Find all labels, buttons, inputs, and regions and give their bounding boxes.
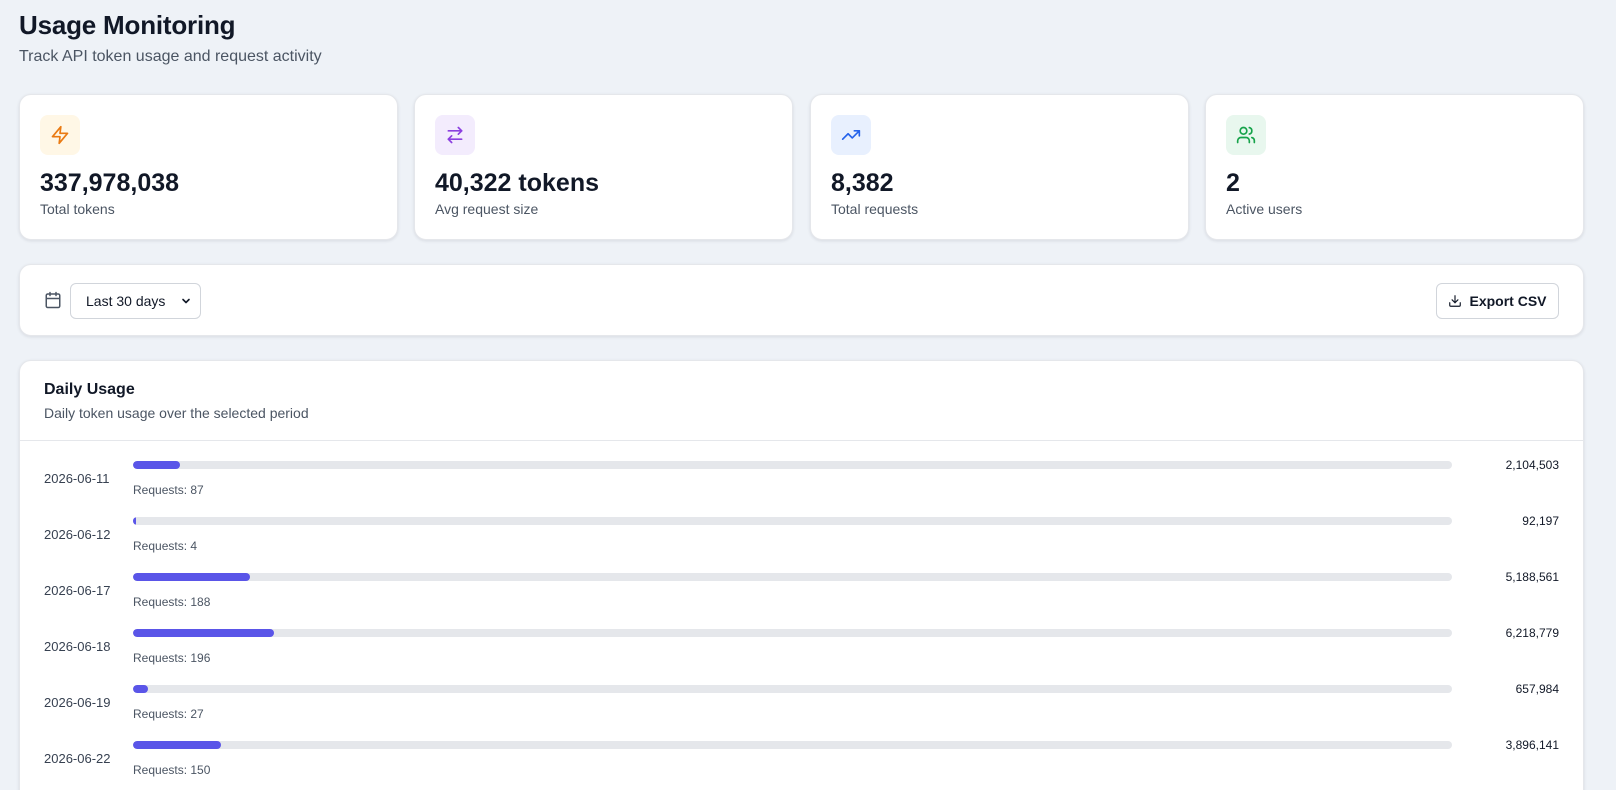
stat-label: Total requests — [831, 201, 919, 217]
usage-bar-fill — [133, 461, 181, 469]
stat-value: 337,978,038 — [40, 169, 180, 197]
page-subtitle: Track API token usage and request activi… — [19, 48, 322, 65]
usage-bar-fill — [133, 685, 148, 693]
usage-bar-track — [133, 629, 1452, 637]
stat-label: Total tokens — [40, 201, 115, 217]
usage-row-requests: Requests: 150 — [133, 763, 211, 777]
users-icon — [1226, 115, 1266, 155]
usage-row-date: 2026-06-18 — [44, 639, 111, 654]
usage-row-date: 2026-06-11 — [44, 471, 110, 486]
daily-usage-subtitle: Daily token usage over the selected peri… — [44, 405, 309, 421]
usage-row-date: 2026-06-19 — [44, 695, 111, 710]
usage-row-date: 2026-06-22 — [44, 751, 111, 766]
page-title: Usage Monitoring — [19, 10, 236, 40]
usage-row-tokens: 657,984 — [1515, 682, 1559, 696]
usage-row: 2026-06-22 Requests: 150 3,896,141 — [20, 721, 1583, 777]
usage-row: 2026-06-19 Requests: 27 657,984 — [20, 665, 1583, 721]
usage-row: 2026-06-18 Requests: 196 6,218,779 — [20, 609, 1583, 665]
stat-card-total-tokens: 337,978,038 Total tokens — [19, 94, 398, 240]
usage-bar-track — [133, 461, 1452, 469]
usage-row-date: 2026-06-12 — [44, 527, 111, 542]
stat-value: 2 — [1226, 169, 1240, 197]
stat-card-avg-request-size: 40,322 tokens Avg request size — [414, 94, 793, 240]
usage-bar-fill — [133, 629, 275, 637]
usage-row-requests: Requests: 196 — [133, 651, 211, 665]
usage-row: 2026-06-12 Requests: 4 92,197 — [20, 497, 1583, 553]
usage-row-tokens: 2,104,503 — [1505, 458, 1559, 472]
arrows-exchange-icon — [435, 115, 475, 155]
calendar-icon — [45, 291, 61, 309]
export-csv-label: Export CSV — [1469, 293, 1547, 309]
usage-row-requests: Requests: 87 — [133, 483, 204, 497]
usage-bar-fill — [133, 741, 222, 749]
usage-row-tokens: 3,896,141 — [1505, 738, 1559, 752]
usage-bar-fill — [133, 573, 251, 581]
trending-up-icon — [831, 115, 871, 155]
usage-bar-fill — [133, 517, 136, 525]
stat-label: Avg request size — [435, 201, 539, 217]
chevron-down-icon — [182, 298, 190, 304]
stat-value: 8,382 — [831, 169, 894, 197]
stat-card-total-requests: 8,382 Total requests — [810, 94, 1189, 240]
usage-bar-track — [133, 517, 1452, 525]
stat-card-active-users: 2 Active users — [1205, 94, 1584, 240]
daily-usage-title: Daily Usage — [44, 381, 135, 398]
period-select-value: Last 30 days — [86, 293, 166, 309]
usage-row: 2026-06-17 Requests: 188 5,188,561 — [20, 553, 1583, 609]
usage-row-tokens: 92,197 — [1522, 514, 1559, 528]
filter-bar: Last 30 days Export CSV — [19, 264, 1584, 336]
usage-row-tokens: 5,188,561 — [1505, 570, 1559, 584]
usage-bar-track — [133, 685, 1452, 693]
usage-row: 2026-06-11 Requests: 87 2,104,503 — [20, 441, 1583, 497]
lightning-icon — [40, 115, 80, 155]
usage-row-requests: Requests: 4 — [133, 539, 198, 553]
daily-usage-card: Daily Usage Daily token usage over the s… — [19, 360, 1584, 790]
export-csv-button[interactable]: Export CSV — [1436, 283, 1559, 319]
usage-row-requests: Requests: 27 — [133, 707, 204, 721]
stat-value: 40,322 tokens — [435, 169, 599, 197]
stat-label: Active users — [1226, 201, 1303, 217]
usage-bar-track — [133, 573, 1452, 581]
download-icon — [1449, 295, 1462, 307]
period-select[interactable]: Last 30 days — [70, 283, 201, 319]
usage-row-requests: Requests: 188 — [133, 595, 211, 609]
usage-row-tokens: 6,218,779 — [1505, 626, 1559, 640]
usage-row-date: 2026-06-17 — [44, 583, 111, 598]
usage-bar-track — [133, 741, 1452, 749]
